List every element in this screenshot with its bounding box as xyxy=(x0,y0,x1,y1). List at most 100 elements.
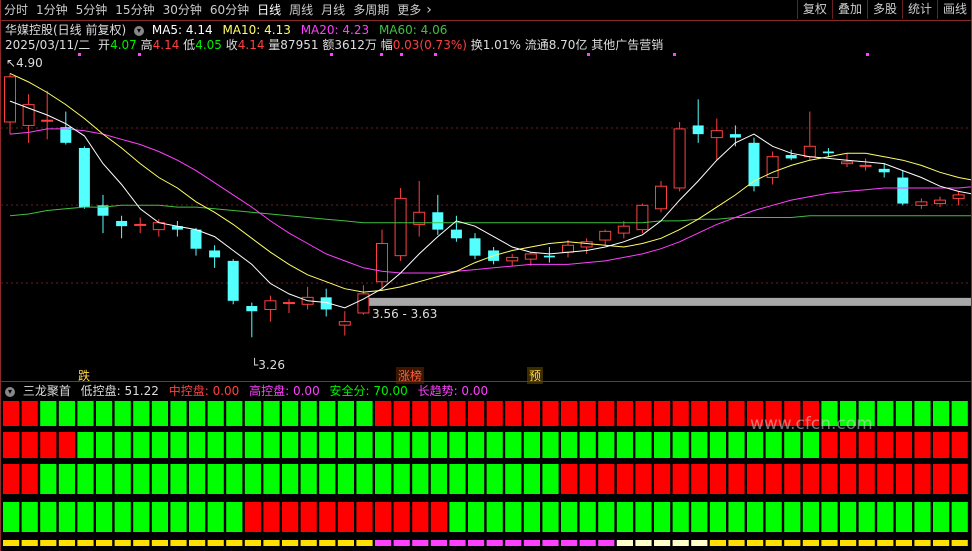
panel-block-1-12 xyxy=(226,432,243,458)
candle-body-49[interactable] xyxy=(915,201,928,206)
collapse-icon[interactable]: ▾ xyxy=(134,26,145,36)
candle-body-10[interactable] xyxy=(190,229,202,249)
panel-block-0-11 xyxy=(207,401,224,426)
panel-block-2-8 xyxy=(151,464,168,494)
panel-block-1-38 xyxy=(709,432,726,458)
panel-block-0-2 xyxy=(40,401,57,426)
candle-body-46[interactable] xyxy=(859,164,872,167)
strip-marker-6 xyxy=(114,540,131,546)
candle-body-13[interactable] xyxy=(246,306,258,312)
panel-block-1-49 xyxy=(914,432,931,458)
open-value: 4.07 xyxy=(110,38,137,52)
candle-body-32[interactable] xyxy=(599,230,612,241)
candle-body-47[interactable] xyxy=(878,168,890,173)
panel-block-2-33 xyxy=(616,464,633,494)
panel-block-0-8 xyxy=(151,401,168,426)
candle-body-14[interactable] xyxy=(264,300,277,310)
candle-body-4[interactable] xyxy=(78,148,90,208)
sector-label[interactable]: 其他广告营销 xyxy=(591,38,663,52)
candle-body-11[interactable] xyxy=(209,250,221,258)
panel-block-2-20 xyxy=(375,464,392,494)
strip-marker-32 xyxy=(598,540,615,546)
candle-body-21[interactable] xyxy=(394,197,407,257)
panel-block-1-37 xyxy=(691,432,708,458)
panel-block-3-24 xyxy=(449,502,466,532)
candle-body-44[interactable] xyxy=(822,151,834,154)
strip-marker-4 xyxy=(77,540,94,546)
strip-marker-40 xyxy=(747,540,764,546)
tab-period-7[interactable]: 周线 xyxy=(285,0,317,20)
panel-block-2-18 xyxy=(337,464,354,494)
candle-body-0[interactable] xyxy=(4,76,16,123)
candle-body-42[interactable] xyxy=(785,154,797,159)
indicator-collapse-icon[interactable]: ▾ xyxy=(5,387,15,397)
candle-body-15[interactable] xyxy=(283,302,295,305)
tab-period-10[interactable]: 更多 xyxy=(393,0,425,20)
tool-button-3[interactable]: 统计 xyxy=(901,0,937,19)
candle-body-37[interactable] xyxy=(692,125,704,135)
tab-period-3[interactable]: 15分钟 xyxy=(111,0,158,20)
candle-body-38[interactable] xyxy=(710,130,723,139)
candle-body-34[interactable] xyxy=(636,204,649,231)
strip-marker-15 xyxy=(282,540,299,546)
candle-body-31[interactable] xyxy=(580,241,593,248)
quote-date: 2025/03/11/二 xyxy=(5,38,91,52)
tab-period-5[interactable]: 60分钟 xyxy=(206,0,253,20)
candle-body-35[interactable] xyxy=(655,185,667,210)
candle-body-25[interactable] xyxy=(469,238,481,256)
candle-body-18[interactable] xyxy=(338,321,351,326)
tab-period-8[interactable]: 月线 xyxy=(317,0,349,20)
tool-button-0[interactable]: 复权 xyxy=(796,0,832,19)
chevron-right-icon[interactable]: › xyxy=(425,0,432,20)
indicator-legend: ▾ 三龙聚首 低控盘: 51.22 中控盘: 0.00 高控盘: 0.00 安全… xyxy=(5,383,494,399)
tab-period-4[interactable]: 30分钟 xyxy=(159,0,206,20)
candle-body-20[interactable] xyxy=(376,243,388,283)
tool-button-2[interactable]: 多股 xyxy=(866,0,902,19)
price-chart[interactable] xyxy=(0,0,972,551)
candle-body-36[interactable] xyxy=(673,128,686,189)
candle-body-50[interactable] xyxy=(934,199,946,205)
candle-body-51[interactable] xyxy=(952,194,965,199)
tool-button-1[interactable]: 叠加 xyxy=(831,0,867,19)
panel-block-3-39 xyxy=(728,502,745,532)
candle-body-29[interactable] xyxy=(543,255,555,258)
panel-block-3-7 xyxy=(133,502,150,532)
tab-period-0[interactable]: 分时 xyxy=(0,0,32,20)
strip-marker-41 xyxy=(765,540,782,546)
strip-marker-11 xyxy=(207,540,224,546)
candle-body-43[interactable] xyxy=(803,145,816,158)
signal-dot-8 xyxy=(866,53,869,56)
candle-body-45[interactable] xyxy=(841,161,853,165)
panel-block-3-38 xyxy=(709,502,726,532)
tab-period-6[interactable]: 日线 xyxy=(253,0,285,20)
candle-body-7[interactable] xyxy=(134,223,147,226)
panel-block-1-11 xyxy=(207,432,224,458)
candle-body-12[interactable] xyxy=(227,260,239,301)
tool-button-4[interactable]: 画线 xyxy=(936,0,972,19)
candle-body-2[interactable] xyxy=(41,119,54,122)
panel-block-3-41 xyxy=(765,502,782,532)
candle-body-33[interactable] xyxy=(617,225,630,234)
candle-body-39[interactable] xyxy=(729,134,741,138)
strip-marker-31 xyxy=(579,540,596,546)
tab-period-9[interactable]: 多周期 xyxy=(349,0,393,20)
panel-block-2-38 xyxy=(709,464,726,494)
candle-body-30[interactable] xyxy=(562,244,574,253)
strip-marker-29 xyxy=(542,540,559,546)
candle-body-27[interactable] xyxy=(506,256,519,262)
tab-period-1[interactable]: 1分钟 xyxy=(32,0,72,20)
indicator-name[interactable]: 三龙聚首 xyxy=(23,384,71,398)
candle-body-23[interactable] xyxy=(432,212,444,230)
candle-body-48[interactable] xyxy=(897,177,909,204)
candle-body-28[interactable] xyxy=(524,253,537,260)
panel-block-1-25 xyxy=(468,432,485,458)
candle-body-6[interactable] xyxy=(116,220,128,227)
panel-block-1-23 xyxy=(430,432,447,458)
stock-title[interactable]: 华媒控股(日线 前复权) xyxy=(5,23,126,37)
panel-block-1-10 xyxy=(189,432,206,458)
panel-block-2-29 xyxy=(542,464,559,494)
tab-period-2[interactable]: 5分钟 xyxy=(72,0,112,20)
close-value: 4.14 xyxy=(237,38,265,52)
panel-block-3-13 xyxy=(244,502,261,532)
candle-body-24[interactable] xyxy=(450,229,462,239)
